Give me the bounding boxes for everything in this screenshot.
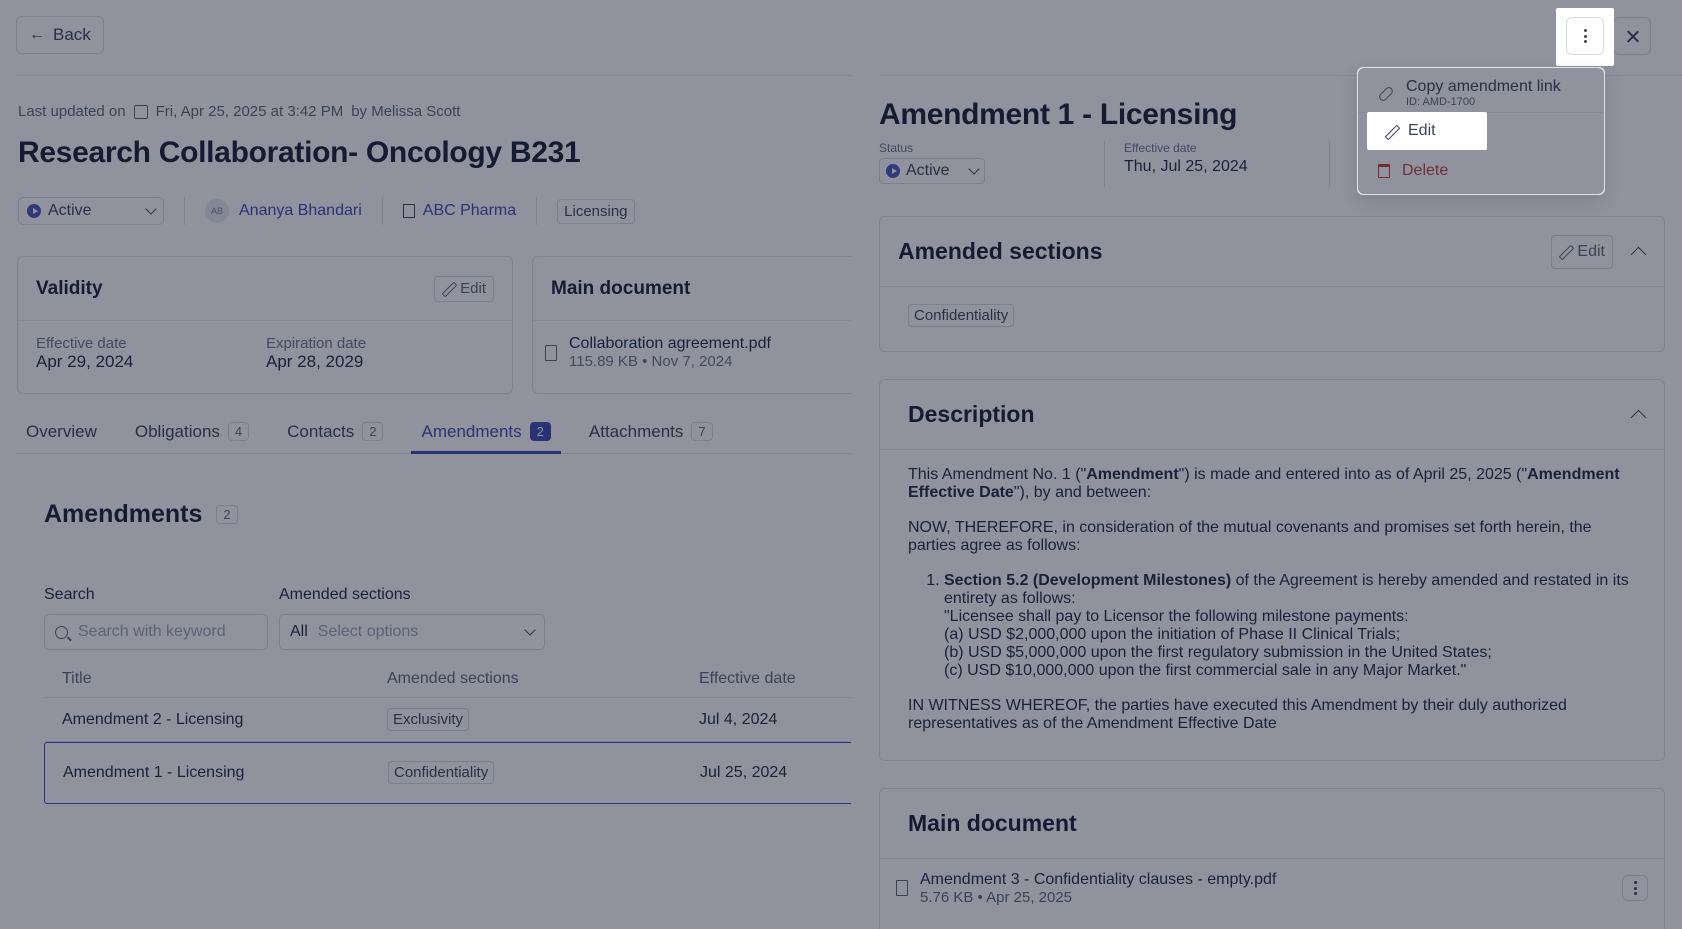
menu-item-edit[interactable]: Edit (1367, 112, 1487, 150)
edit-label: Edit (1408, 122, 1436, 139)
pencil-icon (1385, 125, 1398, 138)
kebab-icon (1583, 29, 1587, 43)
more-actions-button[interactable] (1566, 17, 1604, 55)
highlight-frame (1556, 8, 1614, 66)
